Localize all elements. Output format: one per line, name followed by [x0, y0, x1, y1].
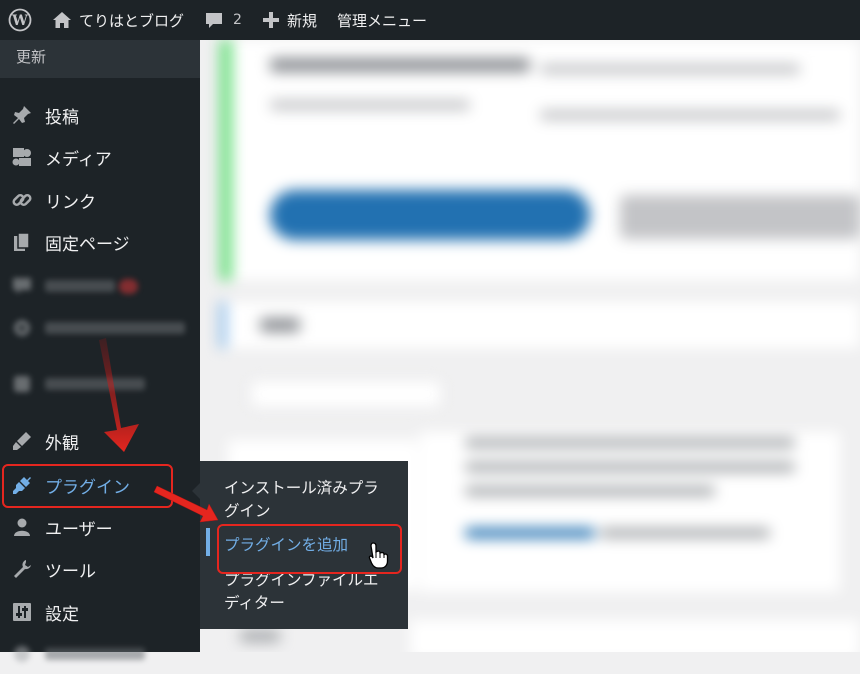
annotation-highlight-add-plugin [217, 524, 402, 574]
blurred-text [240, 630, 280, 642]
new-content-link[interactable]: 新規 [252, 0, 327, 40]
blurred-text [270, 100, 470, 110]
submenu-plugin-file-editor[interactable]: プラグインファイルエディター [224, 569, 394, 615]
blurred-secondary-button[interactable] [620, 195, 860, 239]
comment-badge [119, 278, 138, 294]
blurred-text [465, 438, 795, 448]
sidebar-item-label: 外観 [45, 433, 79, 454]
blurred-link[interactable] [465, 528, 595, 538]
blurred-label [45, 280, 115, 292]
submenu-installed-plugins[interactable]: インストール済みプラグイン [224, 477, 394, 523]
wordpress-logo-button[interactable]: W [0, 0, 42, 40]
blurred-label [45, 378, 145, 390]
blurred-notice-bar [220, 302, 860, 348]
sidebar-item-links[interactable]: リンク [0, 180, 200, 220]
blurred-label [45, 322, 185, 334]
blurred-text [540, 64, 800, 74]
sidebar-item-label: 固定ページ [45, 234, 130, 255]
blurred-icon [9, 371, 35, 397]
media-icon [9, 144, 35, 170]
svg-text:W: W [11, 13, 28, 29]
sidebar-item-appearance[interactable]: 外観 [0, 421, 200, 461]
comments-link[interactable]: 2 [194, 0, 252, 40]
blurred-text [260, 318, 300, 332]
update-label: 更新 [16, 48, 47, 66]
sidebar-item-label: ツール [45, 561, 96, 582]
sidebar-item-label: ユーザー [45, 519, 113, 540]
new-label: 新規 [286, 11, 317, 30]
pages-icon [9, 229, 35, 255]
blurred-text [465, 486, 715, 496]
blurred-card [420, 432, 840, 592]
blurred-footer-panel [410, 620, 860, 652]
appearance-icon [9, 428, 35, 454]
pin-icon [9, 102, 35, 128]
blurred-label [45, 648, 145, 660]
notice-panel [220, 40, 860, 280]
blurred-tab[interactable] [250, 380, 442, 408]
current-item-marker [206, 528, 210, 556]
admin-bar: W てりはとブログ 2 新規 管理メニュー [0, 0, 860, 40]
sidebar-item-comments[interactable] [0, 266, 200, 306]
blurred-notice-accent [220, 302, 226, 348]
comments-count: 2 [233, 12, 242, 28]
sidebar-item-media[interactable]: メディア [0, 137, 200, 177]
wordpress-logo-icon: W [8, 8, 32, 32]
sidebar-item-blurred-3[interactable] [0, 634, 200, 674]
comments-icon [9, 273, 35, 299]
update-menu-item[interactable]: 更新 [0, 40, 200, 78]
blurred-text [600, 528, 770, 538]
blurred-text [540, 110, 840, 120]
sidebar-item-users[interactable]: ユーザー [0, 507, 200, 547]
comment-bubble-icon [206, 13, 223, 28]
notice-accent-bar [220, 40, 232, 280]
sidebar-item-label: リンク [45, 192, 96, 213]
home-icon [53, 12, 71, 28]
link-icon [9, 187, 35, 213]
sidebar-item-pages[interactable]: 固定ページ [0, 222, 200, 262]
sidebar-item-posts[interactable]: 投稿 [0, 95, 200, 135]
users-icon [9, 514, 35, 540]
annotation-highlight-plugins [2, 464, 173, 508]
plus-icon [262, 12, 279, 28]
site-name-link[interactable]: てりはとブログ [42, 0, 194, 40]
settings-sliders-icon [9, 599, 35, 625]
admin-menu-link[interactable]: 管理メニュー [327, 0, 437, 40]
blurred-icon [9, 641, 35, 667]
sidebar-item-label: 設定 [45, 604, 79, 625]
sidebar-item-blurred-1[interactable] [0, 308, 200, 348]
sidebar-item-tools[interactable]: ツール [0, 549, 200, 589]
tools-icon [9, 556, 35, 582]
site-name: てりはとブログ [79, 11, 185, 30]
settings-icon [9, 315, 35, 341]
admin-sidebar: 更新 投稿 メディア リンク 固定ページ 外観 プラグイン ユーザー ツール 設… [0, 40, 200, 662]
blurred-text [465, 462, 795, 472]
sidebar-item-label: 投稿 [45, 107, 79, 128]
blurred-primary-button[interactable] [270, 190, 590, 240]
sidebar-item-label: メディア [45, 149, 112, 170]
sidebar-item-settings[interactable]: 設定 [0, 592, 200, 632]
blurred-text [270, 58, 530, 72]
admin-menu-label: 管理メニュー [336, 11, 427, 30]
sidebar-item-blurred-2[interactable] [0, 364, 200, 404]
